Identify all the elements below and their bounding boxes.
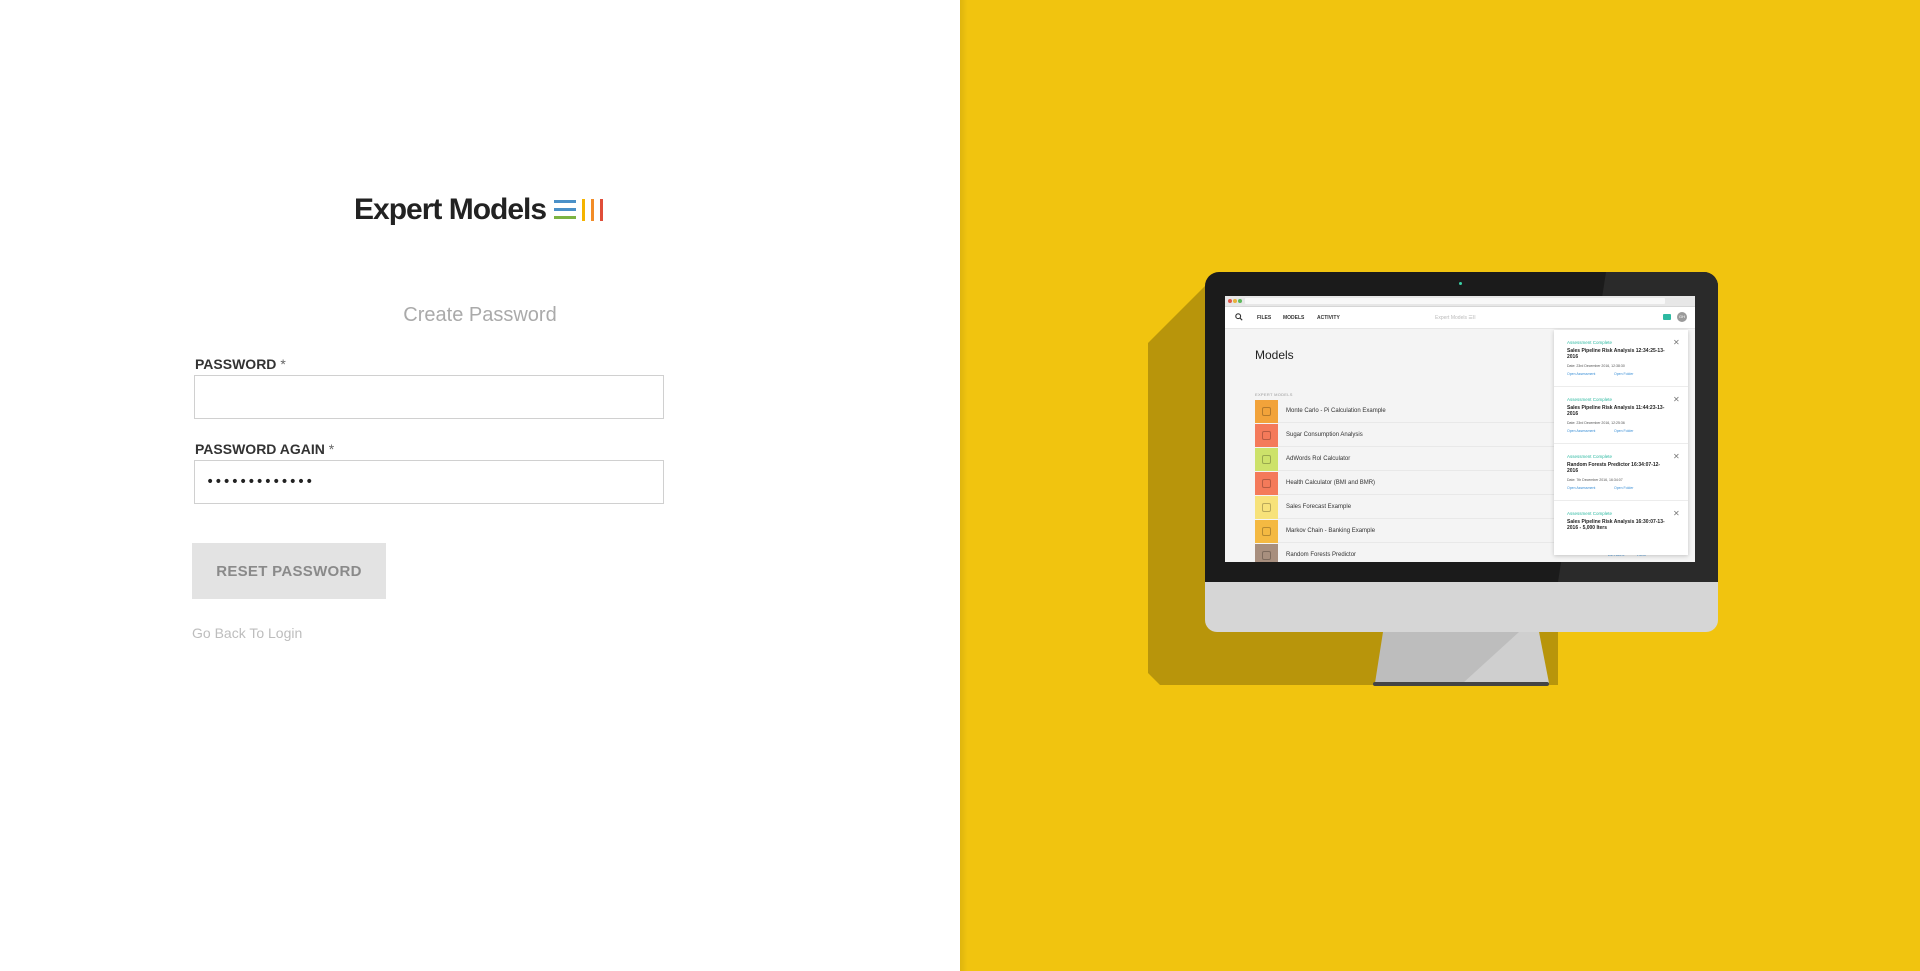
password-again-label: PASSWORD AGAIN * <box>195 441 335 457</box>
app-screenshot: FILES MODELS ACTIVITY Expert Models ☰II … <box>1225 296 1695 562</box>
monitor-chin <box>1205 582 1718 632</box>
imac-illustration: FILES MODELS ACTIVITY Expert Models ☰II … <box>1205 272 1718 686</box>
close-icon: ✕ <box>1673 452 1680 461</box>
form-title: Create Password <box>403 304 557 326</box>
model-icon <box>1255 520 1278 543</box>
password-label: PASSWORD * <box>195 356 286 372</box>
models-title: Models <box>1255 348 1294 362</box>
model-icon <box>1255 400 1278 423</box>
model-icon <box>1255 544 1278 562</box>
back-to-login-link[interactable]: Go Back To Login <box>192 625 302 641</box>
nav-activity: ACTIVITY <box>1317 315 1340 321</box>
panel-edge-shadow <box>960 0 968 971</box>
login-panel: Expert Models Create Password PASSWORD *… <box>0 0 960 971</box>
browser-chrome <box>1225 296 1695 307</box>
url-bar <box>1245 298 1665 304</box>
notification-item: Assessment Complete Sales Pipeline Risk … <box>1567 509 1680 532</box>
model-icon <box>1255 472 1278 495</box>
illustration-panel: FILES MODELS ACTIVITY Expert Models ☰II … <box>960 0 1920 971</box>
nav-files: FILES <box>1257 315 1272 321</box>
app-nav: FILES MODELS ACTIVITY Expert Models ☰II … <box>1225 307 1695 329</box>
model-icon <box>1255 424 1278 447</box>
monitor-foot <box>1373 682 1549 686</box>
monitor-bezel: FILES MODELS ACTIVITY Expert Models ☰II … <box>1205 272 1718 582</box>
model-row: Health Calculator (BMI and BMR) <box>1255 472 1555 495</box>
camera-icon <box>1459 282 1462 285</box>
brand-logo: Expert Models <box>354 193 606 227</box>
notification-item: Assessment Complete Sales Pipeline Risk … <box>1554 330 1688 387</box>
model-icon <box>1255 448 1278 471</box>
nav-models: MODELS <box>1283 315 1305 321</box>
close-icon: ✕ <box>1673 338 1680 347</box>
reset-password-button[interactable]: RESET PASSWORD <box>192 543 386 599</box>
password-again-input[interactable] <box>194 460 664 504</box>
chat-icon <box>1663 314 1671 320</box>
close-icon: ✕ <box>1673 395 1680 404</box>
password-input[interactable] <box>194 375 664 419</box>
brand-mark-icon <box>554 197 606 223</box>
section-label: EXPERT MODELS <box>1255 392 1293 397</box>
model-row: Sugar Consumption Analysis <box>1255 424 1555 447</box>
avatar: GH <box>1677 312 1687 322</box>
close-icon: ✕ <box>1673 509 1680 518</box>
model-row: Monte Carlo - Pi Calculation Example <box>1255 400 1555 423</box>
model-icon <box>1255 496 1278 519</box>
model-row: Random Forests Predictor <box>1255 544 1555 562</box>
notifications-panel: Assessment Complete Sales Pipeline Risk … <box>1554 330 1688 555</box>
model-row: AdWords RoI Calculator <box>1255 448 1555 471</box>
nav-brand: Expert Models ☰II <box>1435 315 1476 321</box>
search-icon <box>1235 313 1243 321</box>
brand-name: Expert Models <box>354 193 547 226</box>
notification-item: Assessment Complete Sales Pipeline Risk … <box>1554 387 1688 444</box>
notification-item: Assessment Complete Random Forests Predi… <box>1554 444 1688 501</box>
model-row: Sales Forecast Example <box>1255 496 1555 519</box>
model-row: Markov Chain - Banking Example <box>1255 520 1555 543</box>
